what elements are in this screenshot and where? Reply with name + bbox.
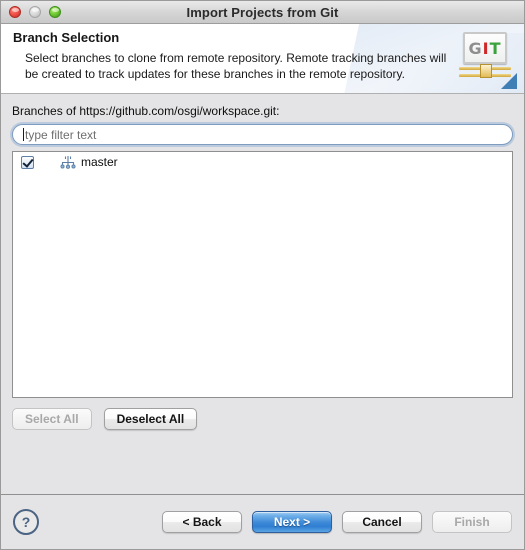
window-titlebar: Import Projects from Git (1, 1, 524, 24)
deselect-all-button[interactable]: Deselect All (103, 408, 198, 430)
back-button[interactable]: < Back (162, 511, 242, 533)
git-logo-letter-i: I (482, 38, 490, 58)
zoom-button[interactable] (49, 6, 61, 18)
page-title: Branch Selection (13, 30, 120, 45)
finish-button[interactable]: Finish (432, 511, 512, 533)
select-all-button[interactable]: Select All (12, 408, 92, 430)
git-logo-letter-t: T (489, 38, 502, 58)
text-caret (23, 128, 24, 141)
branches-list[interactable]: master (12, 151, 513, 398)
minimize-button[interactable] (29, 6, 41, 18)
git-branch-icon (60, 155, 76, 169)
selection-buttons: Select All Deselect All (12, 408, 513, 430)
list-item[interactable]: master (13, 152, 512, 172)
page-description: Select branches to clone from remote rep… (25, 51, 447, 81)
close-button[interactable] (9, 6, 21, 18)
git-logo-knob (480, 64, 492, 78)
filter-input[interactable]: type filter text (12, 124, 513, 145)
git-logo-triangle (501, 73, 517, 89)
git-logo-letter-g: G (468, 38, 483, 58)
branch-name: master (81, 155, 118, 169)
dialog-body: Branches of https://github.com/osgi/work… (1, 94, 524, 494)
branch-checkbox[interactable] (21, 155, 34, 169)
import-projects-from-git-dialog: Import Projects from Git Branch Selectio… (0, 0, 525, 550)
footer-buttons: < Back Next > Cancel Finish (162, 511, 512, 533)
filter-placeholder: type filter text (25, 127, 97, 142)
branches-label: Branches of https://github.com/osgi/work… (12, 104, 280, 118)
wizard-header: Branch Selection Select branches to clon… (1, 24, 524, 94)
help-icon[interactable]: ? (13, 509, 39, 535)
cancel-button[interactable]: Cancel (342, 511, 422, 533)
git-logo-board: GIT (463, 32, 507, 64)
git-logo-icon: GIT (459, 32, 517, 89)
window-controls (1, 6, 61, 18)
next-button[interactable]: Next > (252, 511, 332, 533)
window-title: Import Projects from Git (186, 4, 339, 20)
dialog-footer: ? < Back Next > Cancel Finish (1, 494, 524, 549)
